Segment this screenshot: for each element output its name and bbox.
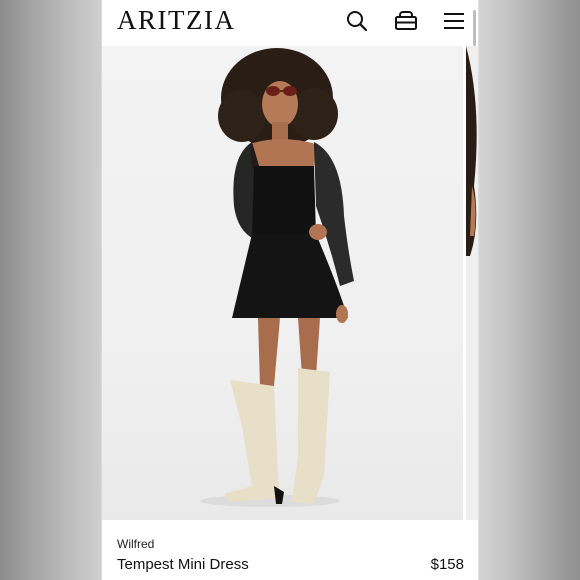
product-info[interactable]: Wilfred Tempest Mini Dress $158: [102, 521, 478, 580]
product-name[interactable]: Tempest Mini Dress: [117, 556, 249, 573]
next-product-image[interactable]: [466, 46, 478, 520]
product-page: ARITZIA Wilfred Tempest Mini Dress $158: [102, 0, 478, 580]
product-brand: Wilfred: [117, 537, 155, 551]
site-header: ARITZIA: [102, 0, 478, 46]
search-icon[interactable]: [345, 9, 369, 33]
bag-icon[interactable]: [394, 9, 418, 33]
product-price: $158: [430, 556, 464, 573]
scrollbar[interactable]: [473, 10, 476, 46]
aritzia-logo[interactable]: ARITZIA: [117, 4, 235, 36]
product-image[interactable]: [102, 46, 463, 520]
model-illustration: [200, 48, 354, 507]
next-image-preview: [466, 46, 477, 256]
menu-icon[interactable]: [442, 9, 466, 33]
